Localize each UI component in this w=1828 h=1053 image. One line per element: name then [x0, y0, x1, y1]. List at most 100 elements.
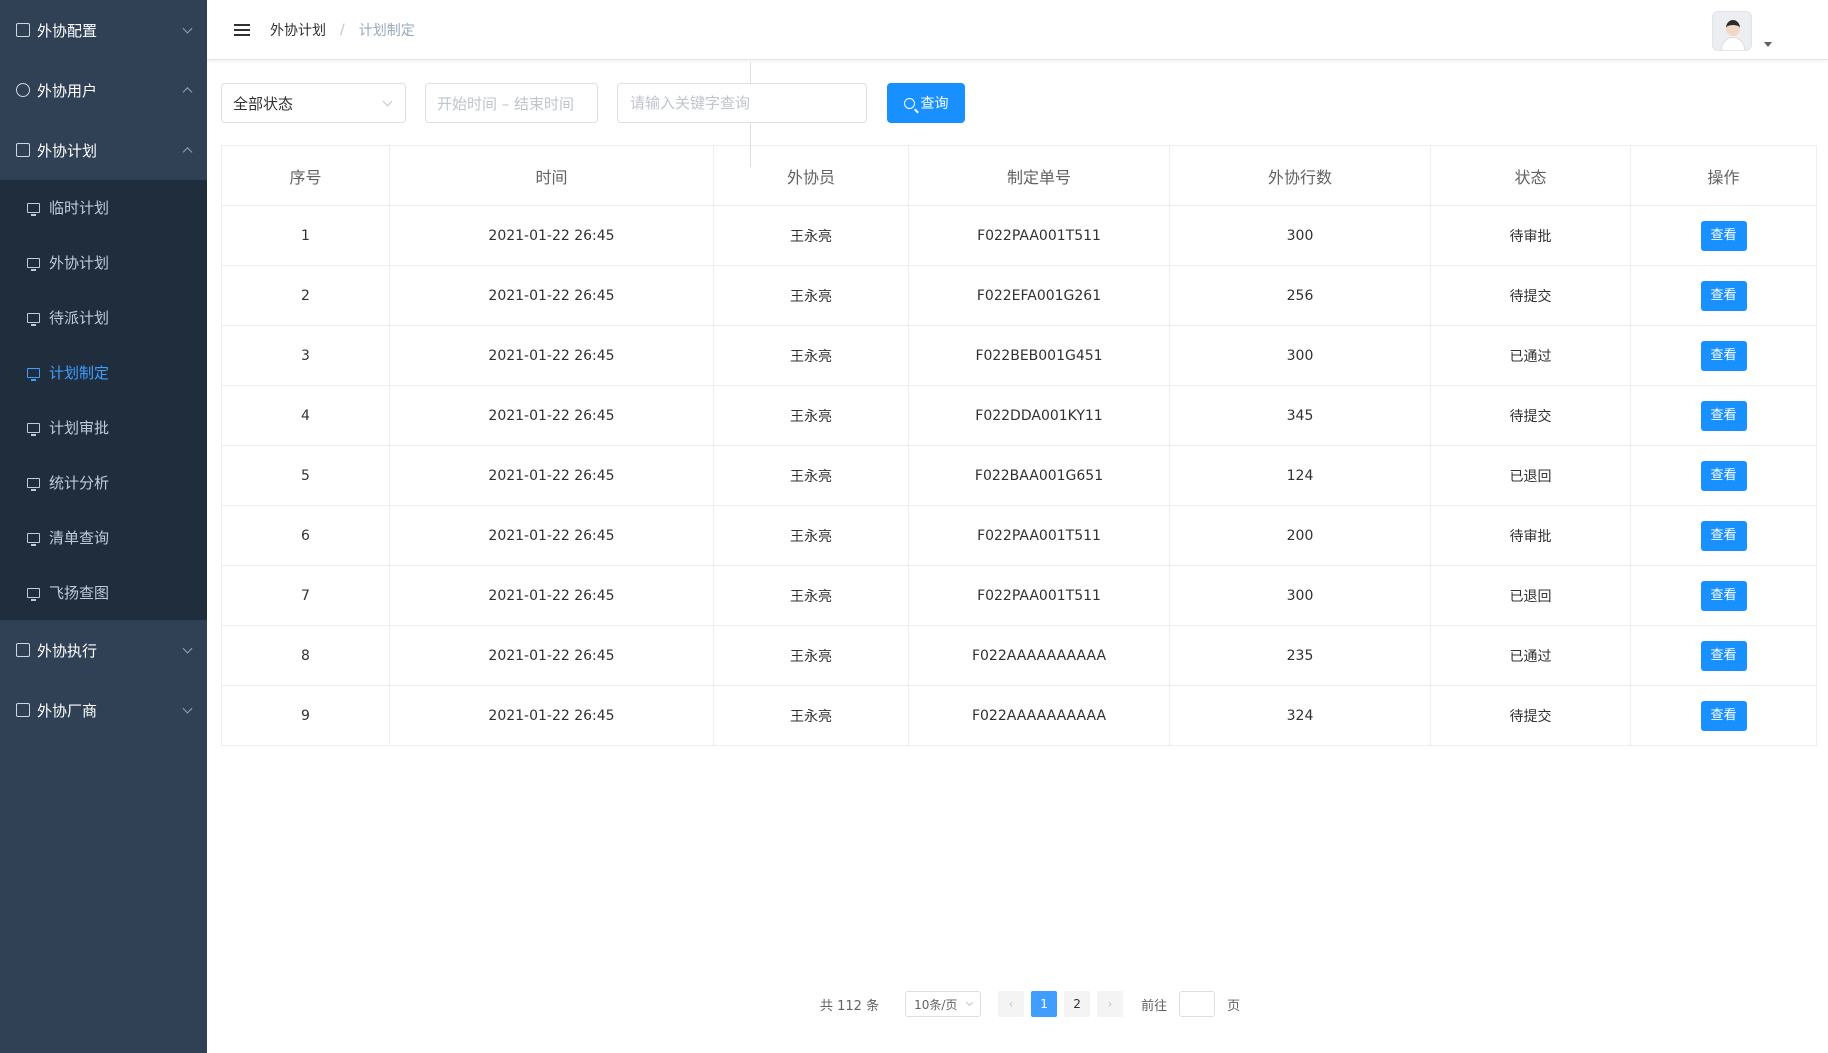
cell-order-no: F022PAA001T511	[908, 205, 1170, 266]
cell-no: 4	[221, 385, 390, 446]
col-header-order-no: 制定单号	[908, 145, 1170, 206]
monitor-icon	[27, 257, 40, 271]
menu-group-plan[interactable]: 外协计划	[0, 120, 207, 180]
cell-order-no: F022PAA001T511	[908, 505, 1170, 566]
table-row: 9 2021-01-22 26:45 王永亮 F022AAAAAAAAAA 32…	[221, 685, 1817, 746]
monitor-icon	[27, 367, 40, 381]
sidebar-item-label: 统计分析	[49, 474, 110, 492]
monitor-icon	[27, 202, 40, 216]
breadcrumb-current: 计划制定	[358, 22, 415, 39]
search-button-label: 查询	[920, 96, 949, 112]
cell-staff: 王永亮	[713, 205, 909, 266]
chevron-down-icon	[182, 643, 193, 654]
user-menu[interactable]	[1712, 11, 1772, 51]
cell-lines: 200	[1169, 505, 1431, 566]
cell-action: 查看	[1630, 445, 1817, 506]
cell-time: 2021-01-22 26:45	[389, 265, 714, 326]
view-button[interactable]: 查看	[1700, 460, 1747, 491]
breadcrumb-parent[interactable]: 外协计划	[270, 20, 326, 40]
cell-time: 2021-01-22 26:45	[389, 445, 714, 506]
view-button[interactable]: 查看	[1700, 220, 1747, 251]
cell-staff: 王永亮	[713, 385, 909, 446]
menu-group-execution[interactable]: 外协执行	[0, 620, 207, 680]
cell-no: 1	[221, 205, 390, 266]
cell-lines: 324	[1169, 685, 1431, 746]
sidebar-item-list-query[interactable]: 清单查询	[0, 510, 207, 565]
cell-no: 8	[221, 625, 390, 686]
search-icon	[903, 97, 915, 109]
status-select[interactable]: 全部状态	[221, 83, 406, 123]
cell-staff: 王永亮	[713, 565, 909, 626]
table-row: 6 2021-01-22 26:45 王永亮 F022PAA001T511 20…	[221, 505, 1817, 566]
col-header-lines: 外协行数	[1169, 145, 1431, 206]
view-button[interactable]: 查看	[1700, 520, 1747, 551]
page-button-1[interactable]: 1	[1031, 991, 1058, 1017]
cell-lines: 300	[1169, 325, 1431, 386]
cell-action: 查看	[1630, 625, 1817, 686]
view-button[interactable]: 查看	[1700, 640, 1747, 671]
cell-no: 9	[221, 685, 390, 746]
sidebar-item-statistics[interactable]: 统计分析	[0, 455, 207, 510]
sidebar-item-outsourcing-plan[interactable]: 外协计划	[0, 235, 207, 290]
sidebar-item-plan-making[interactable]: 计划制定	[0, 345, 207, 400]
chevron-up-icon	[182, 87, 193, 98]
menu-group-vendor[interactable]: 外协厂商	[0, 680, 207, 740]
chevron-up-icon	[182, 147, 193, 158]
table-row: 4 2021-01-22 26:45 王永亮 F022DDA001KY11 34…	[221, 385, 1817, 446]
prev-page-button[interactable]: ‹	[998, 991, 1025, 1017]
hourglass-icon	[16, 643, 30, 657]
sidebar-item-pending-dispatch[interactable]: 待派计划	[0, 290, 207, 345]
view-button[interactable]: 查看	[1700, 280, 1747, 311]
menu-group-label: 外协厂商	[37, 701, 98, 720]
view-button[interactable]: 查看	[1700, 400, 1747, 431]
cell-lines: 300	[1169, 565, 1431, 626]
monitor-icon	[27, 477, 40, 491]
cell-time: 2021-01-22 26:45	[389, 685, 714, 746]
col-header-staff: 外协员	[713, 145, 909, 206]
sidebar: 外协配置 外协用户 外协计划 临时计划 外协计划 待派计划 计划制定 计划审批	[0, 0, 207, 1053]
col-header-time: 时间	[389, 145, 714, 206]
menu-group-label: 外协用户	[37, 81, 98, 100]
page-button-2[interactable]: 2	[1064, 991, 1091, 1017]
cell-no: 6	[221, 505, 390, 566]
hamburger-menu-icon[interactable]	[234, 23, 250, 36]
cell-order-no: F022BEB001G451	[908, 325, 1170, 386]
breadcrumb-separator: /	[340, 21, 345, 38]
plan-submenu: 临时计划 外协计划 待派计划 计划制定 计划审批 统计分析 清单查询 飞扬查图	[0, 180, 207, 620]
table-body: 1 2021-01-22 26:45 王永亮 F022PAA001T511 30…	[221, 205, 1817, 746]
view-button[interactable]: 查看	[1700, 580, 1747, 611]
search-button[interactable]: 查询	[887, 83, 965, 123]
cell-action: 查看	[1630, 505, 1817, 566]
keyword-search-input[interactable]	[617, 83, 867, 123]
date-range-picker[interactable]: 开始时间 – 结束时间	[425, 83, 598, 123]
sidebar-item-drawing-lookup[interactable]: 飞扬查图	[0, 565, 207, 620]
goto-page-input[interactable]	[1179, 991, 1216, 1017]
cell-status: 待提交	[1430, 685, 1631, 746]
cell-staff: 王永亮	[713, 625, 909, 686]
next-page-button[interactable]: ›	[1097, 991, 1124, 1017]
cell-time: 2021-01-22 26:45	[389, 385, 714, 446]
page-size-select[interactable]: 10条/页	[905, 991, 982, 1017]
sidebar-item-label: 外协计划	[49, 254, 110, 272]
table-row: 3 2021-01-22 26:45 王永亮 F022BEB001G451 30…	[221, 325, 1817, 386]
view-button[interactable]: 查看	[1700, 340, 1747, 371]
cell-status: 待提交	[1430, 385, 1631, 446]
cell-order-no: F022AAAAAAAAAA	[908, 685, 1170, 746]
table-row: 2 2021-01-22 26:45 王永亮 F022EFA001G261 25…	[221, 265, 1817, 326]
monitor-icon	[27, 422, 40, 436]
sidebar-item-plan-approval[interactable]: 计划审批	[0, 400, 207, 455]
goto-label: 前往	[1141, 998, 1168, 1014]
cell-staff: 王永亮	[713, 265, 909, 326]
menu-group-users[interactable]: 外协用户	[0, 60, 207, 120]
page-size-value: 10条/页	[914, 997, 958, 1012]
cell-lines: 124	[1169, 445, 1431, 506]
monitor-icon	[27, 312, 40, 326]
view-button[interactable]: 查看	[1700, 700, 1747, 731]
caret-down-icon	[1764, 42, 1772, 47]
menu-group-config[interactable]: 外协配置	[0, 0, 207, 60]
sidebar-item-temp-plan[interactable]: 临时计划	[0, 180, 207, 235]
cell-action: 查看	[1630, 265, 1817, 326]
user-icon	[16, 83, 30, 97]
col-header-action: 操作	[1630, 145, 1817, 206]
pagination-total: 共 112 条	[820, 998, 880, 1014]
